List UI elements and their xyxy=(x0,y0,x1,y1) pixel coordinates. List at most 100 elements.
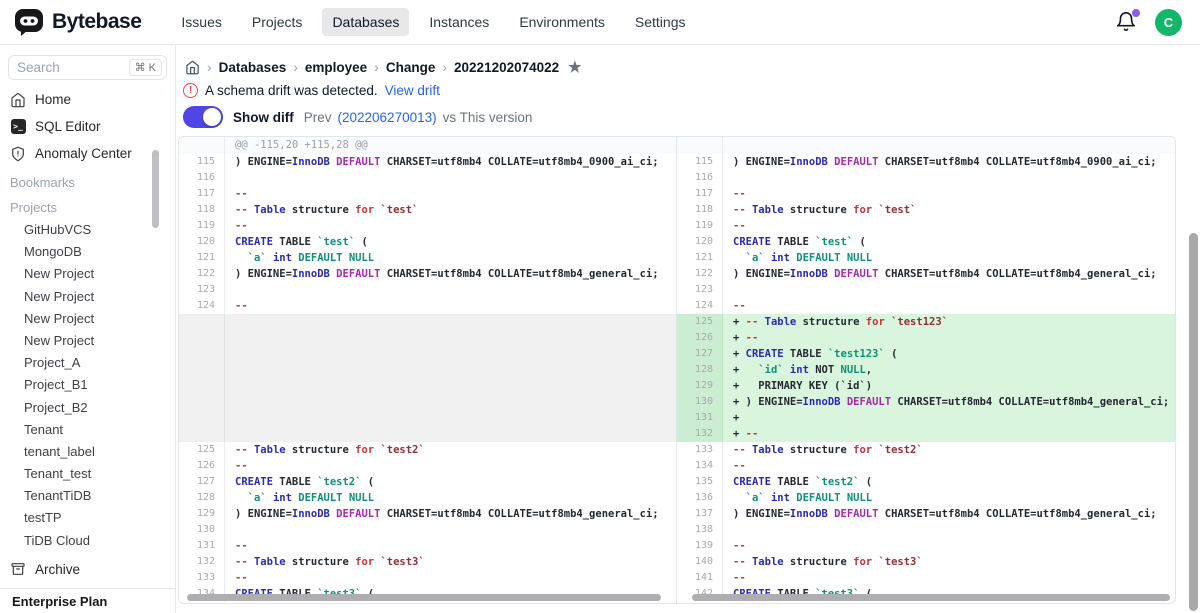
alert-exclamation-icon: ! xyxy=(183,83,198,98)
diff-added-line: 127+ CREATE TABLE `test123` ( xyxy=(677,346,1175,362)
diff-line: 124-- xyxy=(179,298,676,314)
breadcrumb-item-databases[interactable]: Databases xyxy=(219,60,287,75)
sidebar-project-new-project[interactable]: New Project xyxy=(0,261,175,283)
diff-line: 125-- Table structure for `test2` xyxy=(179,442,676,458)
diff-line: 122) ENGINE=InnoDB DEFAULT CHARSET=utf8m… xyxy=(677,266,1175,282)
nav-item-instances[interactable]: Instances xyxy=(419,8,499,36)
sidebar-section-projects: Projects xyxy=(0,192,175,217)
nav-item-settings[interactable]: Settings xyxy=(625,8,696,36)
diff-filler-row xyxy=(179,394,676,410)
main-content: › Databases › employee › Change › 202212… xyxy=(177,45,1200,613)
nav-items: Issues Projects Databases Instances Environm… xyxy=(171,8,695,36)
sidebar-project-tenant_label[interactable]: tenant_label xyxy=(0,439,175,461)
nav-item-issues[interactable]: Issues xyxy=(171,8,231,36)
diff-line: 117-- xyxy=(677,186,1175,202)
sidebar-project-tenant_test[interactable]: Tenant_test xyxy=(0,461,175,483)
diff-toggle-row: Show diff Prev (202206270013) vs This ve… xyxy=(183,106,532,128)
search-input[interactable] xyxy=(17,60,129,75)
sidebar-scrollbar-thumb[interactable] xyxy=(152,150,159,228)
archive-icon xyxy=(10,561,26,577)
sidebar-project-tenanttidb[interactable]: TenantTiDB xyxy=(0,483,175,505)
page-scrollbar-thumb[interactable] xyxy=(1189,233,1198,611)
right-panel-hscrollbar-thumb[interactable] xyxy=(692,594,1170,601)
diff-line: 121 `a` int DEFAULT NULL xyxy=(179,250,676,266)
brand-name: Bytebase xyxy=(52,10,141,34)
sidebar-project-new-project[interactable]: New Project xyxy=(0,306,175,328)
sidebar-item-anomaly-center[interactable]: Anomaly Center xyxy=(0,140,175,167)
diff-hunk-header: @@ -115,20 +115,28 @@ xyxy=(179,137,676,154)
show-diff-label: Show diff xyxy=(233,110,294,125)
search-shortcut-badge: ⌘ K xyxy=(129,59,162,76)
sidebar-item-sql-editor[interactable]: >_ SQL Editor xyxy=(0,113,175,140)
breadcrumb-item-change[interactable]: Change xyxy=(386,60,436,75)
diff-line: 135CREATE TABLE `test2` ( xyxy=(677,474,1175,490)
sidebar-section-bookmarks: Bookmarks xyxy=(0,167,175,192)
diff-line: 118-- Table structure for `test` xyxy=(179,202,676,218)
diff-line: 138 xyxy=(677,522,1175,538)
breadcrumb: › Databases › employee › Change › 202212… xyxy=(185,58,582,76)
avatar[interactable]: C xyxy=(1155,9,1182,36)
sidebar-item-archive[interactable]: Archive xyxy=(0,556,175,583)
diff-filler-row xyxy=(179,330,676,346)
sidebar-project-new-project[interactable]: New Project xyxy=(0,284,175,306)
nav-item-databases[interactable]: Databases xyxy=(322,8,409,36)
diff-filler-row xyxy=(179,426,676,442)
diff-line: 141-- xyxy=(677,570,1175,586)
notifications-bell-button[interactable] xyxy=(1115,11,1137,33)
diff-line: 126-- xyxy=(179,458,676,474)
plan-badge: Enterprise Plan xyxy=(0,588,175,613)
diff-filler-row xyxy=(179,314,676,330)
diff-added-line: 130+ ) ENGINE=InnoDB DEFAULT CHARSET=utf… xyxy=(677,394,1175,410)
show-diff-toggle[interactable] xyxy=(183,106,223,128)
sidebar-project-mongodb[interactable]: MongoDB xyxy=(0,239,175,261)
sidebar-project-tenant[interactable]: Tenant xyxy=(0,417,175,439)
left-panel-hscrollbar-thumb[interactable] xyxy=(187,594,661,601)
diff-added-line: 132+ -- xyxy=(677,426,1175,442)
breadcrumb-separator: › xyxy=(207,59,212,75)
diff-line: 120CREATE TABLE `test` ( xyxy=(677,234,1175,250)
diff-line: 116 xyxy=(677,170,1175,186)
diff-line: 123 xyxy=(677,282,1175,298)
diff-line: 118-- Table structure for `test` xyxy=(677,202,1175,218)
nav-item-projects[interactable]: Projects xyxy=(242,8,313,36)
sidebar-project-new-project[interactable]: New Project xyxy=(0,328,175,350)
view-drift-link[interactable]: View drift xyxy=(385,83,440,98)
sidebar-project-project_b2[interactable]: Project_B2 xyxy=(0,395,175,417)
diff-line: 123 xyxy=(179,282,676,298)
diff-line: 136 `a` int DEFAULT NULL xyxy=(677,490,1175,506)
diff-panel-previous: @@ -115,20 +115,28 @@115) ENGINE=InnoDB … xyxy=(179,137,677,603)
breadcrumb-item-employee[interactable]: employee xyxy=(305,60,367,75)
diff-line: 115) ENGINE=InnoDB DEFAULT CHARSET=utf8m… xyxy=(677,154,1175,170)
sidebar-project-tidb-cloud[interactable]: TiDB Cloud xyxy=(0,528,175,550)
diff-line: 116 xyxy=(179,170,676,186)
brand[interactable]: Bytebase xyxy=(14,8,141,36)
sidebar-project-githubvcs[interactable]: GitHubVCS xyxy=(0,217,175,239)
diff-line: 133-- xyxy=(179,570,676,586)
sql-editor-icon: >_ xyxy=(10,119,26,135)
top-nav: Bytebase Issues Projects Databases Instance… xyxy=(0,0,1200,45)
sidebar-item-label: Anomaly Center xyxy=(35,146,132,161)
diff-line: 121 `a` int DEFAULT NULL xyxy=(677,250,1175,266)
bookmark-star-icon[interactable]: ★ xyxy=(568,58,581,76)
sidebar-project-testtp[interactable]: testTP xyxy=(0,505,175,527)
nav-item-environments[interactable]: Environments xyxy=(509,8,615,36)
diff-line: 130 xyxy=(179,522,676,538)
prev-version-link[interactable]: (202206270013) xyxy=(338,110,437,125)
prev-label: Prev xyxy=(304,110,332,125)
schema-diff-viewer: @@ -115,20 +115,28 @@115) ENGINE=InnoDB … xyxy=(178,136,1176,604)
diff-line: 122) ENGINE=InnoDB DEFAULT CHARSET=utf8m… xyxy=(179,266,676,282)
breadcrumb-item-version[interactable]: 20221202074022 xyxy=(454,60,559,75)
home-icon[interactable] xyxy=(185,60,200,75)
sidebar-item-home[interactable]: Home xyxy=(0,86,175,113)
diff-line: 119-- xyxy=(179,218,676,234)
diff-line: 117-- xyxy=(179,186,676,202)
diff-added-line: 125+ -- Table structure for `test123` xyxy=(677,314,1175,330)
diff-line: 132-- Table structure for `test3` xyxy=(179,554,676,570)
sidebar-project-project_b1[interactable]: Project_B1 xyxy=(0,372,175,394)
breadcrumb-separator: › xyxy=(374,59,379,75)
alert-text: A schema drift was detected. xyxy=(205,83,378,98)
breadcrumb-separator: › xyxy=(442,59,447,75)
sidebar-project-project_a[interactable]: Project_A xyxy=(0,350,175,372)
diff-filler-row xyxy=(179,378,676,394)
sidebar-item-label: SQL Editor xyxy=(35,119,101,134)
